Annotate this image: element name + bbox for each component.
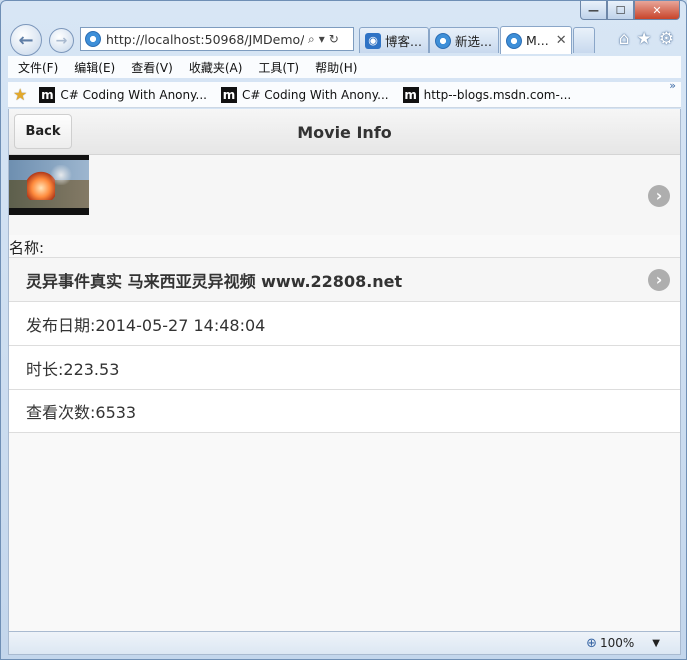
add-favorites-star-icon[interactable]: ★ bbox=[13, 85, 27, 104]
address-text[interactable]: http://localhost:50968/JMDemo/D bbox=[106, 32, 304, 47]
msdn-m-icon: m bbox=[402, 86, 419, 103]
page-title: Movie Info bbox=[297, 123, 392, 142]
browser-back-button[interactable]: ← bbox=[10, 24, 42, 56]
movie-info-list: 灵异事件真实 马来西亚灵异视频 www.22808.net › 发布日期:201… bbox=[9, 257, 680, 433]
movie-thumbnail-row[interactable]: › bbox=[9, 155, 680, 235]
menu-file[interactable]: 文件(F) bbox=[18, 59, 58, 76]
zoom-level[interactable]: 100% bbox=[600, 636, 634, 650]
dropdown-arrow-icon[interactable]: ▾ bbox=[319, 32, 325, 46]
msdn-m-icon: m bbox=[39, 86, 56, 103]
favorites-star-icon[interactable]: ★ bbox=[637, 29, 652, 49]
favorites-bar: ★ m C# Coding With Anony... m C# Coding … bbox=[8, 79, 681, 108]
menu-tools[interactable]: 工具(T) bbox=[258, 59, 299, 76]
favorites-overflow-chevron[interactable]: » bbox=[669, 79, 676, 92]
chevron-right-icon: › bbox=[648, 185, 670, 207]
menu-edit[interactable]: 编辑(E) bbox=[74, 59, 115, 76]
favorite-link[interactable]: m C# Coding With Anony... bbox=[220, 86, 389, 103]
list-item-views: 查看次数:6533 bbox=[9, 389, 680, 433]
address-bar[interactable]: http://localhost:50968/JMDemo/D ⌕ ▾ ↻ bbox=[80, 27, 354, 51]
tab-movie-info[interactable]: M... ✕ bbox=[500, 26, 572, 54]
window-caption-buttons: — ☐ ✕ bbox=[580, 1, 680, 20]
browser-forward-button[interactable]: → bbox=[49, 28, 74, 53]
page-viewport: Back Movie Info › 名称: 灵异事件真实 马来西亚灵异视频 ww… bbox=[8, 109, 681, 631]
zoom-dropdown-icon[interactable]: ▼ bbox=[652, 638, 660, 649]
menu-favorites[interactable]: 收藏夹(A) bbox=[189, 59, 243, 76]
menu-bar: 文件(F) 编辑(E) 查看(V) 收藏夹(A) 工具(T) 帮助(H) bbox=[8, 56, 681, 78]
ie-page-icon bbox=[506, 32, 522, 49]
ie-page-icon bbox=[85, 31, 101, 47]
favorite-link[interactable]: m C# Coding With Anony... bbox=[39, 86, 207, 103]
chevron-right-icon: › bbox=[648, 269, 670, 291]
tab-label: 新选... bbox=[455, 34, 492, 49]
home-icon[interactable]: ⌂ bbox=[619, 29, 630, 49]
tab-blog[interactable]: ◉ 博客... bbox=[359, 27, 429, 53]
menu-help[interactable]: 帮助(H) bbox=[315, 59, 357, 76]
menu-view[interactable]: 查看(V) bbox=[131, 59, 173, 76]
movie-thumbnail bbox=[9, 155, 89, 215]
refresh-icon[interactable]: ↻ bbox=[329, 32, 339, 46]
tab-label: M... bbox=[526, 33, 549, 48]
maximize-button[interactable]: ☐ bbox=[607, 1, 634, 20]
list-item-movie-title[interactable]: 灵异事件真实 马来西亚灵异视频 www.22808.net › bbox=[9, 257, 680, 301]
arrow-right-icon: → bbox=[55, 32, 68, 49]
new-tab-button[interactable] bbox=[573, 27, 595, 53]
name-label: 名称: bbox=[9, 239, 45, 257]
arrow-left-icon: ← bbox=[18, 29, 34, 51]
close-tab-icon[interactable]: ✕ bbox=[556, 33, 567, 48]
zoom-icon: ⊕ bbox=[586, 635, 597, 651]
page-header: Back Movie Info bbox=[9, 109, 680, 155]
minimize-button[interactable]: — bbox=[580, 1, 607, 20]
status-bar: ⊕ 100% ▼ bbox=[8, 631, 681, 655]
browser-window: — ☐ ✕ ← → http://localhost:50968/JMDemo/… bbox=[0, 0, 687, 660]
tab-label: 博客... bbox=[385, 34, 422, 49]
close-window-button[interactable]: ✕ bbox=[634, 1, 680, 20]
navigation-bar: ← → http://localhost:50968/JMDemo/D ⌕ ▾ … bbox=[1, 23, 687, 56]
ie-page-icon bbox=[435, 32, 451, 49]
msdn-m-icon: m bbox=[220, 86, 237, 103]
tab-new-selection[interactable]: 新选... bbox=[429, 27, 499, 53]
gear-icon[interactable]: ⚙ bbox=[659, 29, 674, 49]
blog-site-icon: ◉ bbox=[365, 32, 381, 49]
list-item-duration: 时长:223.53 bbox=[9, 345, 680, 389]
search-icon[interactable]: ⌕ bbox=[308, 32, 315, 47]
favorite-link[interactable]: m http--blogs.msdn.com-... bbox=[402, 86, 571, 103]
list-item-release-date: 发布日期:2014-05-27 14:48:04 bbox=[9, 301, 680, 345]
browser-tools: ⌂ ★ ⚙ bbox=[619, 29, 674, 49]
